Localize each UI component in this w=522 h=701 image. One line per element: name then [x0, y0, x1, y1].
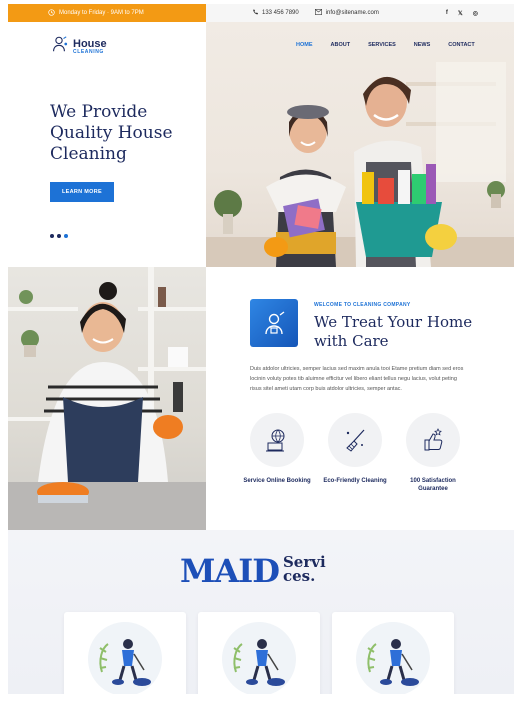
- maid-logo-icon: [50, 35, 68, 58]
- feature-label: Eco-Friendly Cleaning: [323, 478, 387, 484]
- hero-text-panel: House CLEANING We Provide Quality House …: [8, 22, 206, 267]
- hero-title-line: Cleaning: [50, 144, 127, 164]
- logo-name: House: [73, 37, 107, 50]
- phone-text: 133 456 7890: [262, 10, 299, 16]
- about-paragraph: Duis atdolor ultricies, semper lacius se…: [250, 366, 464, 392]
- email-text: info@sitename.com: [325, 10, 379, 16]
- page: Monday to Friday · 9AM to 7PM 133 456 78…: [8, 4, 514, 694]
- hero-title-line: We Provide: [50, 102, 148, 122]
- feature-guarantee[interactable]: 100 Satisfaction Guarantee: [406, 413, 460, 493]
- vacuum-cleaner-illustration: [356, 622, 430, 694]
- services-heading-small-line: ces.: [282, 567, 316, 585]
- slider-dot-active[interactable]: [64, 234, 68, 238]
- feature-booking[interactable]: Service Online Booking: [243, 413, 311, 493]
- maid-badge-icon: [250, 299, 298, 347]
- hero-title-line: Quality House: [50, 123, 173, 143]
- nav-home[interactable]: HOME: [296, 42, 313, 48]
- nav-services[interactable]: SERVICES: [368, 42, 396, 48]
- cleaning-couple-photo: [206, 62, 514, 267]
- slider-dots: [50, 234, 68, 238]
- feature-list: Service Online Booking Eco-Friendly Clea…: [243, 413, 460, 493]
- hours-text: Monday to Friday · 9AM to 7PM: [59, 10, 144, 16]
- slider-dot[interactable]: [57, 234, 61, 238]
- main-nav: HOME ABOUT SERVICES NEWS CONTACT: [296, 42, 475, 48]
- service-card[interactable]: [332, 612, 454, 694]
- nav-news[interactable]: NEWS: [414, 42, 431, 48]
- facebook-icon[interactable]: f: [446, 10, 448, 17]
- welcome-label: WELCOME TO CLEANING COMPANY: [314, 302, 411, 308]
- business-hours: Monday to Friday · 9AM to 7PM: [8, 4, 206, 22]
- service-card[interactable]: [198, 612, 320, 694]
- slider-dot[interactable]: [50, 234, 54, 238]
- services-heading-big: MAID: [180, 552, 280, 590]
- social-links: f 𝕏 ◎: [446, 10, 478, 17]
- about-title-line: with Care: [314, 332, 389, 350]
- service-card[interactable]: [64, 612, 186, 694]
- contact-bar: 133 456 7890 info@sitename.com f 𝕏 ◎: [206, 4, 514, 22]
- feature-eco[interactable]: Eco-Friendly Cleaning: [323, 413, 387, 493]
- mail-icon: [314, 9, 322, 17]
- service-cards: [64, 612, 454, 694]
- vacuum-cleaner-illustration: [222, 622, 296, 694]
- top-bar: Monday to Friday · 9AM to 7PM 133 456 78…: [8, 4, 514, 22]
- services-section: MAID Servi ces.: [8, 530, 514, 694]
- hero-image: HOME ABOUT SERVICES NEWS CONTACT: [206, 22, 514, 267]
- about-section: WELCOME TO CLEANING COMPANY We Treat You…: [206, 267, 514, 530]
- cleaning-woman-photo: [8, 267, 206, 530]
- clock-icon: [48, 8, 55, 18]
- learn-more-button[interactable]: LEARN MORE: [50, 182, 114, 202]
- hero-title: We Provide Quality House Cleaning: [50, 102, 200, 165]
- woman-wiping-table-image: [8, 267, 206, 530]
- nav-about[interactable]: ABOUT: [331, 42, 351, 48]
- services-heading-small: Servi ces.: [283, 555, 326, 587]
- services-heading: MAID Servi ces.: [180, 552, 326, 590]
- globe-laptop-icon: [250, 413, 304, 467]
- instagram-icon[interactable]: ◎: [473, 10, 478, 17]
- thumbs-up-icon: [406, 413, 460, 467]
- email-link[interactable]: info@sitename.com: [314, 9, 379, 17]
- about-title: We Treat Your Home with Care: [314, 313, 484, 351]
- logo[interactable]: House CLEANING: [50, 35, 107, 58]
- logo-subtitle: CLEANING: [73, 48, 104, 55]
- feature-label: 100 Satisfaction Guarantee: [410, 478, 456, 492]
- broom-icon: [328, 413, 382, 467]
- feature-label: Service Online Booking: [243, 478, 311, 484]
- vacuum-cleaner-illustration: [88, 622, 162, 694]
- phone-icon: [252, 9, 258, 17]
- about-title-line: We Treat Your Home: [314, 313, 473, 331]
- nav-contact[interactable]: CONTACT: [448, 42, 474, 48]
- twitter-icon[interactable]: 𝕏: [458, 10, 463, 17]
- phone-link[interactable]: 133 456 7890: [252, 9, 299, 17]
